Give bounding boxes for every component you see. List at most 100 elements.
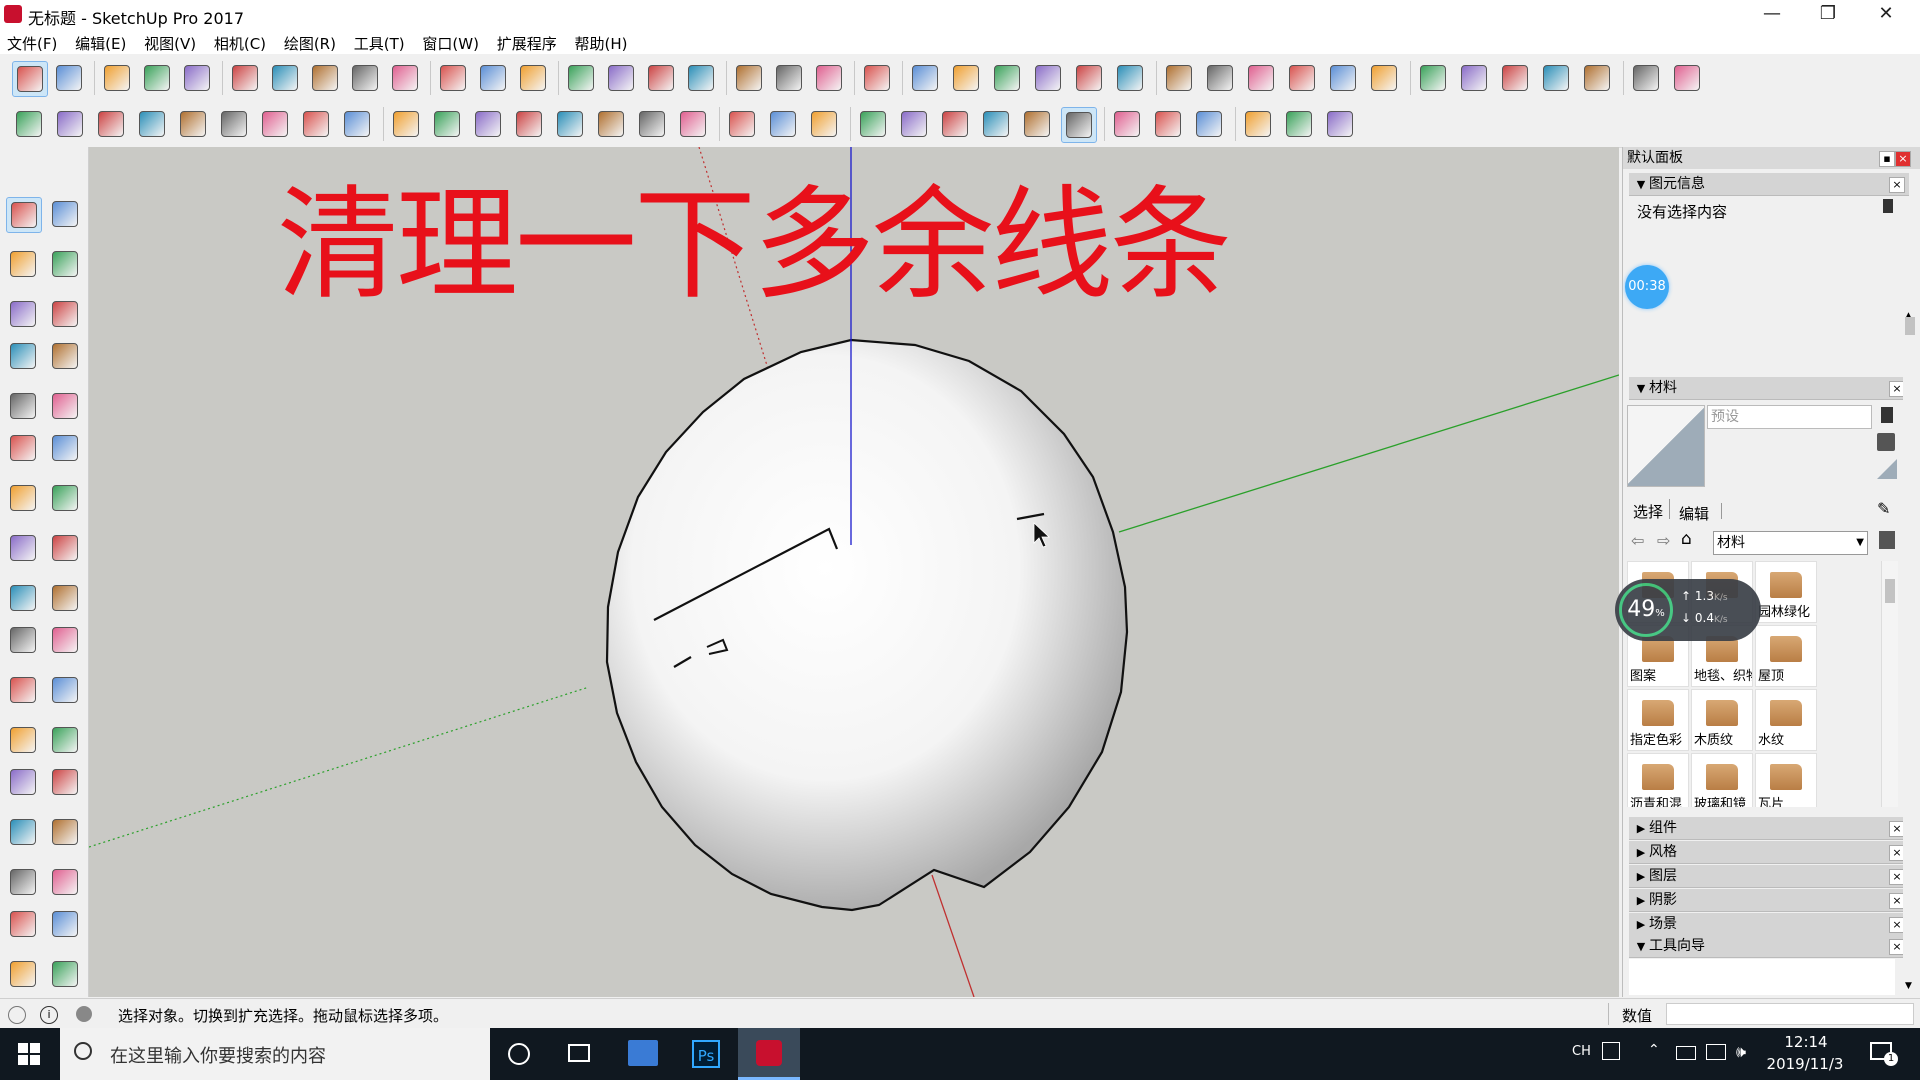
tray-scrollbar-thumb[interactable] (1905, 317, 1915, 335)
back-view-icon[interactable] (1072, 61, 1106, 95)
plugin-19-icon[interactable] (766, 107, 800, 141)
plugin-5-icon[interactable] (176, 107, 210, 141)
left-view-icon[interactable] (1113, 61, 1147, 95)
section-plane-icon[interactable] (1498, 61, 1532, 95)
sphere-model[interactable] (605, 338, 1129, 912)
shaded-texture-icon[interactable] (1326, 61, 1360, 95)
menu-extensions[interactable]: 扩展程序 (490, 30, 563, 54)
desktop-app-icon[interactable] (628, 1040, 658, 1066)
paint-bucket-icon[interactable] (516, 61, 550, 95)
geo-location-icon[interactable] (8, 1006, 26, 1024)
user-account-icon[interactable] (76, 1006, 92, 1022)
zoom-icon[interactable] (6, 865, 40, 899)
wireframe-icon[interactable] (1203, 61, 1237, 95)
collapsed-section-header[interactable]: ▶ 风格 × (1629, 841, 1909, 864)
eraser-icon[interactable] (52, 61, 86, 95)
zoom-icon[interactable] (644, 61, 678, 95)
task-view-icon[interactable] (568, 1044, 590, 1062)
push-pull-icon[interactable] (228, 61, 262, 95)
plugin-3-icon[interactable] (94, 107, 128, 141)
plugin-1-icon[interactable] (12, 107, 46, 141)
sample-paint-icon[interactable]: ✎ (1877, 499, 1890, 518)
rotate-icon[interactable] (6, 581, 40, 615)
scroll-down-icon[interactable]: ▼ (1905, 981, 1912, 991)
plugin-20-icon[interactable] (807, 107, 841, 141)
zoom-window-icon[interactable] (48, 865, 82, 899)
entity-info-toggle-icon[interactable] (1883, 199, 1893, 213)
materials-edit-tab[interactable]: 编辑 (1679, 503, 1709, 524)
warehouse-icon[interactable] (732, 61, 766, 95)
menu-file[interactable]: 文件(F) (0, 30, 63, 54)
plugin-8-icon[interactable] (299, 107, 333, 141)
materials-scrollbar[interactable] (1881, 561, 1898, 807)
plugin-14-icon[interactable] (553, 107, 587, 141)
plugin-11-icon[interactable] (430, 107, 464, 141)
scale-icon[interactable] (388, 61, 422, 95)
collapsed-section-header[interactable]: ▶ 场景 × (1629, 913, 1909, 936)
plugin-10-icon[interactable] (389, 107, 423, 141)
zoom-extents-icon[interactable] (684, 61, 718, 95)
pie-icon[interactable] (48, 481, 82, 515)
plugin-17-icon[interactable] (676, 107, 710, 141)
offset-icon[interactable] (48, 623, 82, 657)
battery-icon[interactable] (1676, 1046, 1696, 1060)
scale-icon[interactable] (6, 623, 40, 657)
rectangle-icon[interactable] (6, 339, 40, 373)
minimize-button[interactable]: — (1744, 0, 1800, 30)
text-icon[interactable] (476, 61, 510, 95)
component-icon[interactable] (48, 197, 82, 231)
3d-text-icon[interactable] (48, 765, 82, 799)
dimension-icon[interactable] (48, 673, 82, 707)
plugin-25-icon[interactable] (1020, 107, 1054, 141)
network-monitor-widget[interactable]: 49% ↑ 1.3K/s ↓ 0.4K/s (1615, 579, 1761, 641)
rotated-rect-icon[interactable] (48, 339, 82, 373)
plugin-6-icon[interactable] (217, 107, 251, 141)
pencil-icon[interactable] (100, 61, 134, 95)
vray-icon[interactable] (1110, 107, 1144, 141)
create-material-icon[interactable] (1877, 433, 1895, 451)
orbit-icon[interactable] (564, 61, 598, 95)
tray-chevron-icon[interactable]: ⌃ (1648, 1042, 1660, 1058)
pin-icon[interactable]: ▪ (1879, 151, 1895, 167)
arc-icon[interactable] (140, 61, 174, 95)
keyboard-layout-icon[interactable] (1602, 1042, 1620, 1060)
right-view-icon[interactable] (1031, 61, 1065, 95)
zoom-extents-icon[interactable] (6, 907, 40, 941)
position-camera-icon[interactable] (6, 957, 40, 991)
plugin-18-icon[interactable] (725, 107, 759, 141)
shaded-icon[interactable] (1285, 61, 1319, 95)
push-pull-icon[interactable] (48, 531, 82, 565)
taskbar-search-box[interactable]: 在这里输入你要搜索的内容 (60, 1028, 490, 1080)
collapsed-section-header[interactable]: ▶ 阴影 × (1629, 889, 1909, 912)
follow-me-icon[interactable] (268, 61, 302, 95)
plugin-23-icon[interactable] (938, 107, 972, 141)
select-icon[interactable] (6, 197, 42, 233)
menu-help[interactable]: 帮助(H) (568, 30, 634, 54)
scrollbar-thumb[interactable] (1885, 579, 1895, 603)
top-view-icon[interactable] (949, 61, 983, 95)
arc-2pt-icon[interactable] (48, 431, 82, 465)
extension-warehouse-icon[interactable] (772, 61, 806, 95)
material-folder-item[interactable]: 园林绿化 (1755, 561, 1817, 623)
look-around-icon[interactable] (48, 957, 82, 991)
frame-icon[interactable] (1241, 107, 1275, 141)
materials-select-tab[interactable]: 选择 (1633, 501, 1663, 522)
windows-start-icon[interactable] (18, 1043, 40, 1065)
plugin-7-icon[interactable] (258, 107, 292, 141)
material-folder-item[interactable]: 沥青和混 (1627, 753, 1689, 807)
menu-camera[interactable]: 相机(C) (207, 30, 272, 54)
material-folder-item[interactable]: 指定色彩 (1627, 689, 1689, 751)
rotate-icon[interactable] (348, 61, 382, 95)
plugin-16-icon[interactable] (635, 107, 669, 141)
display-secondary-icon[interactable] (1881, 407, 1893, 423)
instructor-header[interactable]: ▼ 工具向导 × (1629, 935, 1909, 958)
entity-info-close-icon[interactable]: × (1889, 177, 1905, 193)
select-icon[interactable] (12, 61, 48, 97)
menu-view[interactable]: 视图(V) (137, 30, 202, 54)
clock-date[interactable]: 2019/11/3 (1760, 1055, 1850, 1073)
section-fill-icon[interactable] (1580, 61, 1614, 95)
text-icon[interactable] (48, 723, 82, 757)
measurements-input[interactable] (1666, 1003, 1914, 1025)
collapsed-section-header[interactable]: ▶ 图层 × (1629, 865, 1909, 888)
home-icon[interactable]: ⌂ (1681, 529, 1692, 549)
